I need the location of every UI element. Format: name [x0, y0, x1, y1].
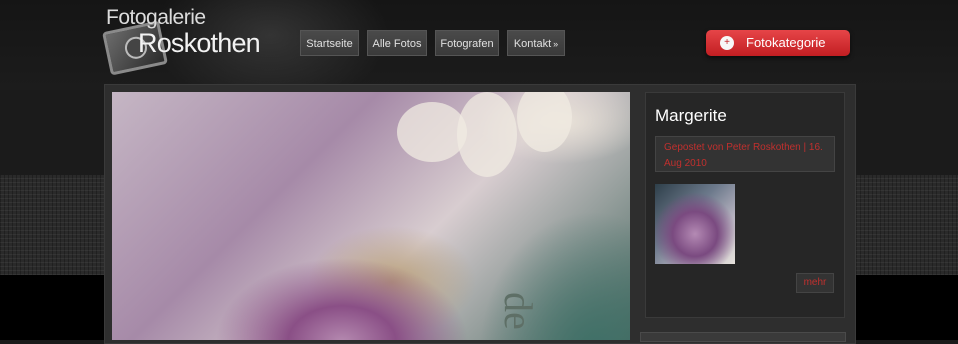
- nav-label: Kontakt: [513, 38, 552, 50]
- photo-petal: [517, 92, 572, 152]
- post-meta: Gepostet von Peter Roskothen | 16. Aug 2…: [655, 136, 835, 172]
- post-title[interactable]: Margerite: [655, 106, 727, 126]
- nav-alle-fotos[interactable]: Alle Fotos: [367, 30, 427, 56]
- logo-text-roskothen: Roskothen: [138, 28, 261, 58]
- more-button[interactable]: mehr: [796, 273, 834, 293]
- site-logo[interactable]: Fotogalerie Roskothen: [102, 6, 274, 76]
- double-chevron-right-icon: »: [553, 39, 559, 49]
- fotokategorie-label: Fotokategorie: [746, 35, 826, 50]
- featured-photo[interactable]: de: [112, 92, 630, 340]
- nav-label: Alle Fotos: [372, 38, 422, 50]
- photo-watermark-text: de: [496, 292, 541, 330]
- next-sidebar-panel: [640, 332, 846, 342]
- post-thumbnail[interactable]: [655, 184, 735, 264]
- photo-petal: [457, 92, 517, 177]
- nav-kontakt[interactable]: Kontakt»: [507, 30, 565, 56]
- logo-text-fotogalerie: Fotogalerie: [106, 6, 206, 29]
- nav-label: Fotografen: [440, 38, 494, 50]
- nav-startseite[interactable]: Startseite: [300, 30, 359, 56]
- plus-icon: +: [720, 36, 734, 50]
- fotokategorie-button[interactable]: + Fotokategorie: [706, 30, 850, 56]
- nav-label: Startseite: [306, 38, 353, 50]
- nav-fotografen[interactable]: Fotografen: [435, 30, 499, 56]
